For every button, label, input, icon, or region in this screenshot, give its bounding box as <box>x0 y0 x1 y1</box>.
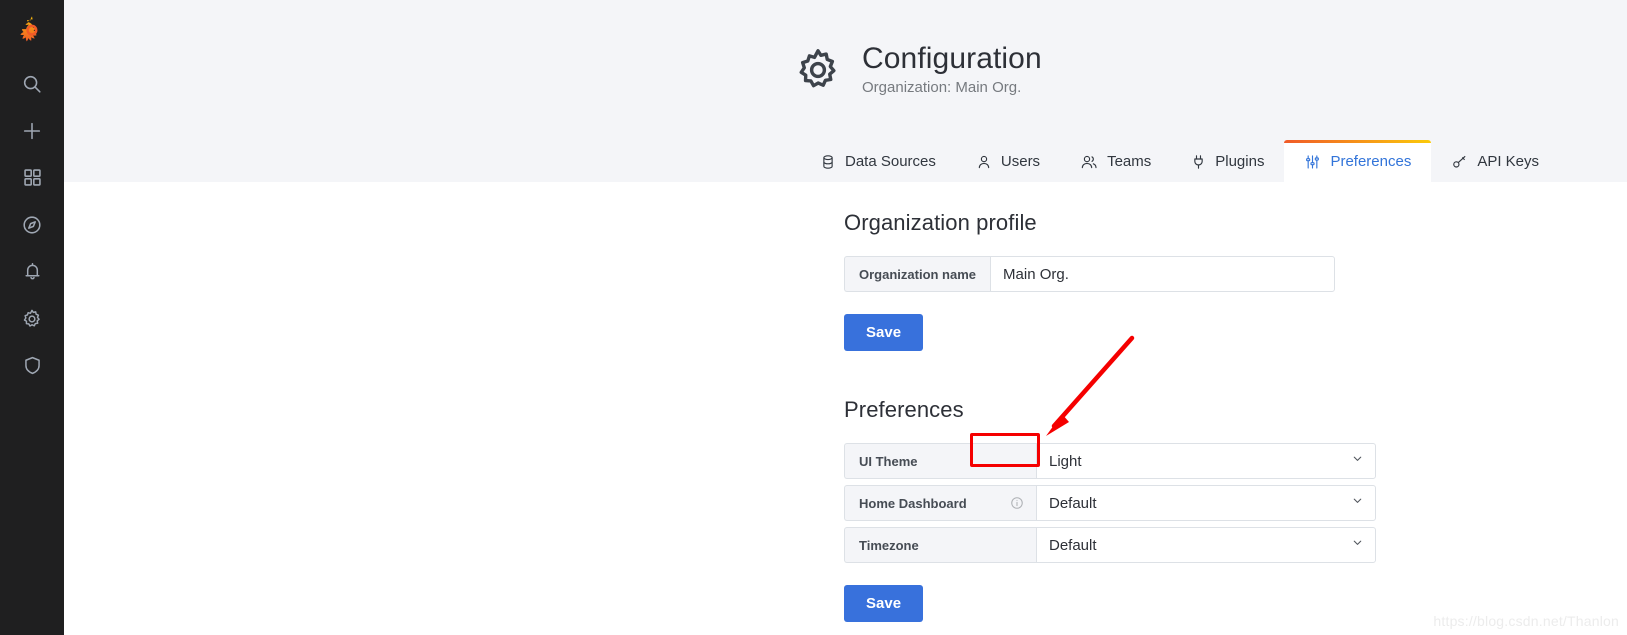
content-area: Organization profile Organization name S… <box>64 182 1627 635</box>
users-icon <box>1081 155 1097 168</box>
ui-theme-label: UI Theme <box>844 443 1036 479</box>
grafana-logo[interactable] <box>0 0 64 60</box>
gear-icon <box>23 309 40 327</box>
tab-preferences[interactable]: Preferences <box>1284 140 1432 182</box>
dashboards-icon <box>23 169 41 186</box>
org-profile-save-button[interactable]: Save <box>844 314 924 351</box>
org-name-row: Organization name <box>844 256 1376 292</box>
page-title-block: Configuration Organization: Main Org. <box>794 42 1042 99</box>
settings-form: Organization profile Organization name S… <box>844 210 1376 622</box>
tab-label: Plugins <box>1215 153 1265 170</box>
timezone-select[interactable]: Default <box>1036 527 1376 563</box>
sidebar-item-explore[interactable] <box>0 201 64 248</box>
plug-icon <box>1194 154 1203 169</box>
preferences-heading: Preferences <box>844 397 964 422</box>
preferences-save-button[interactable]: Save <box>844 585 924 622</box>
home-dashboard-select-wrap: Default <box>1036 485 1376 521</box>
grafana-logo-icon <box>20 16 38 42</box>
tab-teams[interactable]: Teams <box>1060 142 1171 182</box>
page-subtitle: Organization: Main Org. <box>862 79 1022 96</box>
timezone-select-wrap: Default <box>1036 527 1376 563</box>
user-icon <box>978 155 990 168</box>
plus-icon <box>23 122 41 139</box>
tab-bar: Data Sources Users Teams Plugins Prefere… <box>800 140 1559 182</box>
sidebar-nav <box>0 60 64 389</box>
ui-theme-value: Light <box>1049 452 1082 470</box>
main-pane: Configuration Organization: Main Org. Da… <box>64 0 1627 635</box>
ui-theme-row: UI Theme Light <box>844 443 1376 479</box>
timezone-value: Default <box>1049 536 1097 554</box>
timezone-row: Timezone Default <box>844 527 1376 563</box>
sidebar-item-server-admin[interactable] <box>0 342 64 389</box>
tab-label: API Keys <box>1477 153 1540 170</box>
shield-icon <box>24 356 40 375</box>
tab-label: Teams <box>1107 153 1152 170</box>
org-name-label: Organization name <box>844 256 991 292</box>
ui-theme-select[interactable]: Light <box>1036 443 1376 479</box>
info-icon[interactable] <box>1010 496 1024 510</box>
sidebar-item-configuration[interactable] <box>0 295 64 342</box>
home-dashboard-select[interactable]: Default <box>1036 485 1376 521</box>
org-profile-heading: Organization profile <box>844 210 1037 235</box>
ui-theme-select-wrap: Light <box>1036 443 1376 479</box>
sidebar <box>0 0 64 635</box>
timezone-label: Timezone <box>844 527 1036 563</box>
preferences-rows: UI Theme Light Home Dashboard Default Ti… <box>844 443 1376 563</box>
home-dashboard-label-text: Home Dashboard <box>859 495 967 511</box>
page-header: Configuration Organization: Main Org. Da… <box>64 0 1627 182</box>
page-title: Configuration <box>862 42 1042 75</box>
home-dashboard-row: Home Dashboard Default <box>844 485 1376 521</box>
tab-label: Preferences <box>1330 153 1412 170</box>
bell-icon <box>24 263 40 280</box>
tab-plugins[interactable]: Plugins <box>1171 142 1284 182</box>
search-icon <box>23 75 41 93</box>
watermark: https://blog.csdn.net/Thanlon <box>1433 613 1619 629</box>
key-icon <box>1453 155 1466 168</box>
tab-users[interactable]: Users <box>956 142 1060 182</box>
home-dashboard-label: Home Dashboard <box>844 485 1036 521</box>
home-dashboard-value: Default <box>1049 494 1097 512</box>
ui-theme-label-text: UI Theme <box>859 453 918 469</box>
configuration-gear-icon <box>794 46 842 99</box>
org-name-input[interactable] <box>990 256 1336 292</box>
sidebar-item-alerting[interactable] <box>0 248 64 295</box>
timezone-label-text: Timezone <box>859 537 919 553</box>
sidebar-item-create[interactable] <box>0 107 64 154</box>
sidebar-item-search[interactable] <box>0 60 64 107</box>
grafana-configuration-page: Configuration Organization: Main Org. Da… <box>0 0 1627 635</box>
tab-data-sources[interactable]: Data Sources <box>800 142 956 182</box>
tab-label: Data Sources <box>845 153 936 170</box>
database-icon <box>823 154 833 169</box>
tab-label: Users <box>1000 153 1041 170</box>
sidebar-item-dashboards[interactable] <box>0 154 64 201</box>
explore-icon <box>23 215 41 234</box>
sliders-icon <box>1306 154 1320 169</box>
tab-api-keys[interactable]: API Keys <box>1431 142 1559 182</box>
